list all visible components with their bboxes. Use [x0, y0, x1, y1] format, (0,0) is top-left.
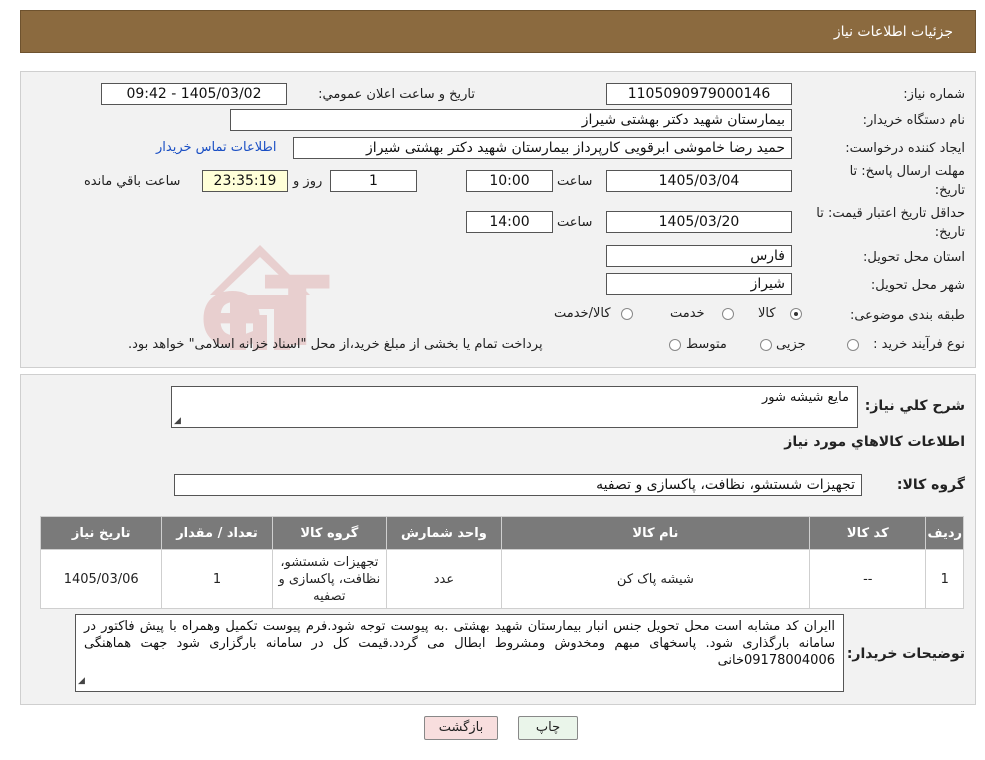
- summary-textarea[interactable]: مایع شیشه شور ◢: [171, 386, 858, 428]
- validity-date-field[interactable]: 1405/03/20: [606, 211, 792, 233]
- summary-text: مایع شیشه شور: [762, 390, 849, 405]
- need-number-field[interactable]: 1105090979000146: [606, 83, 792, 105]
- page-header: جزئیات اطلاعات نیاز: [20, 10, 976, 53]
- creator-field[interactable]: حمید رضا خاموشی ابرقویی کارپرداز بیمارست…: [293, 137, 792, 159]
- process-label: نوع فرآیند خرید :: [873, 337, 965, 352]
- cell-need-date: 1405/03/06: [39, 549, 163, 609]
- deadline-date-field[interactable]: 1405/03/04: [606, 170, 792, 192]
- deadline-label: مهلت ارسال پاسخ: تا: [849, 164, 965, 179]
- goods-table: رديف كد كالا نام كالا واحد شمارش گروه کا…: [39, 516, 964, 609]
- buyer-org-field[interactable]: بیمارستان شهید دکتر بهشتی شیراز: [230, 109, 792, 131]
- creator-label: ایجاد کننده درخواست:: [845, 141, 965, 156]
- need-number-label: شماره نیاز:: [903, 87, 965, 102]
- category-radio-goods[interactable]: [790, 308, 802, 320]
- col-row: رديف: [925, 516, 964, 550]
- deadline-time-field[interactable]: 10:00: [466, 170, 553, 192]
- resize-grip-icon[interactable]: ◢: [78, 673, 85, 690]
- deadline-time-label: ساعت: [557, 174, 593, 189]
- cell-group: تجهیزات شستشو، نظافت، پاکسازی و تصفیه: [271, 549, 388, 609]
- table-row[interactable]: 1 -- شیشه پاک کن عدد تجهیزات شستشو، نظاف…: [39, 549, 964, 609]
- announce-label: تاریخ و ساعت اعلان عمومي:: [318, 87, 475, 102]
- days-label: روز و: [293, 174, 323, 189]
- city-label: شهر محل تحویل:: [870, 278, 965, 293]
- process-option-medium: متوسط: [686, 337, 727, 352]
- category-option-service: خدمت: [670, 306, 705, 321]
- summary-label: شرح كلي نياز:: [864, 398, 965, 414]
- buyer-notes-label: توضیحات خریدار:: [846, 646, 965, 662]
- buyer-notes-text: اایران کد مشابه است محل تحویل جنس انبار …: [84, 619, 835, 668]
- col-name: نام كالا: [500, 516, 811, 550]
- goods-group-field[interactable]: تجهیزات شستشو، نظافت، پاکسازی و تصفیه: [174, 474, 862, 496]
- cell-quantity: 1: [161, 549, 273, 609]
- remaining-time-field[interactable]: 23:35:19: [202, 170, 288, 192]
- process-note: پرداخت تمام یا بخشی از مبلغ خرید،از محل …: [128, 337, 543, 352]
- process-radio-medium[interactable]: [760, 339, 772, 351]
- validity-time-label: ساعت: [557, 215, 593, 230]
- remaining-label: ساعت باقي مانده: [84, 174, 181, 189]
- treasury-checkbox[interactable]: [669, 339, 681, 351]
- buyer-org-label: نام دستگاه خریدار:: [862, 113, 965, 128]
- category-option-goods-service: کالا/خدمت: [554, 306, 611, 321]
- goods-table-header: رديف كد كالا نام كالا واحد شمارش گروه کا…: [39, 516, 964, 550]
- remaining-days-field[interactable]: 1: [330, 170, 417, 192]
- validity-label-date: تاریخ:: [934, 225, 965, 240]
- goods-group-label: گروه کالا:: [896, 477, 965, 493]
- buyer-notes-textarea[interactable]: اایران کد مشابه است محل تحویل جنس انبار …: [75, 614, 844, 692]
- process-option-small: جزیی: [776, 337, 806, 352]
- goods-info-title: اطلاعات کالاهاي مورد نياز: [784, 434, 965, 450]
- province-label: استان محل تحویل:: [863, 250, 965, 265]
- category-radio-goods-service[interactable]: [621, 308, 633, 320]
- announce-datetime-field[interactable]: 1405/03/02 - 09:42: [101, 83, 287, 105]
- buyer-contact-link[interactable]: اطلاعات تماس خریدار: [156, 140, 276, 155]
- page-title: جزئیات اطلاعات نیاز: [833, 24, 953, 40]
- category-label: طبقه بندی موضوعی:: [849, 308, 965, 323]
- back-button[interactable]: بازگشت: [424, 716, 498, 740]
- col-group: گروه کالا: [271, 516, 388, 550]
- col-unit: واحد شمارش: [386, 516, 502, 550]
- col-quantity: تعداد / مقدار: [161, 516, 273, 550]
- cell-row: 1: [925, 549, 964, 609]
- col-code: كد كالا: [809, 516, 927, 550]
- category-option-goods: کالا: [758, 306, 776, 321]
- print-button[interactable]: چاپ: [518, 716, 578, 740]
- cell-code: --: [809, 549, 927, 609]
- city-field[interactable]: شیراز: [606, 273, 792, 295]
- validity-label: حداقل تاریخ اعتبار قیمت: تا: [816, 206, 965, 221]
- cell-name: شیشه پاک کن: [500, 549, 811, 609]
- validity-time-field[interactable]: 14:00: [466, 211, 553, 233]
- category-radio-service[interactable]: [722, 308, 734, 320]
- deadline-label-date: تاریخ:: [934, 183, 965, 198]
- province-field[interactable]: فارس: [606, 245, 792, 267]
- cell-unit: عدد: [386, 549, 502, 609]
- process-radio-small[interactable]: [847, 339, 859, 351]
- resize-grip-icon[interactable]: ◢: [174, 416, 181, 426]
- col-need-date: تاريخ نياز: [39, 516, 163, 550]
